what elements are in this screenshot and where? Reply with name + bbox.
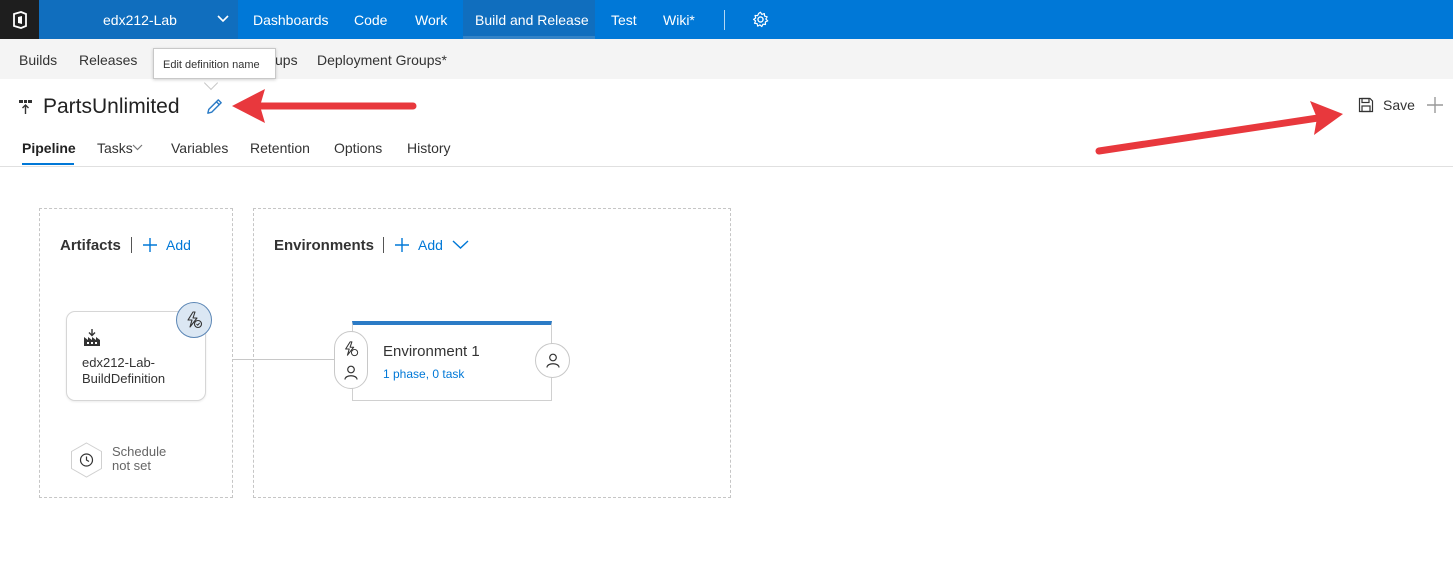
add-environment-link[interactable]: Add [418,237,443,253]
definition-title: PartsUnlimited [43,95,180,118]
vsts-logo-icon[interactable] [0,0,39,39]
nav-work[interactable]: Work [415,12,447,28]
person-icon [545,353,560,368]
tab-history[interactable]: History [407,140,451,156]
active-tab-underline [22,163,74,165]
gear-icon[interactable] [752,11,769,28]
tab-variables[interactable]: Variables [171,140,228,156]
nav-dashboards[interactable]: Dashboards [253,12,329,28]
environment-card[interactable] [352,321,552,401]
chevron-down-icon[interactable] [452,239,469,250]
person-icon [344,365,358,380]
release-definition-icon [19,100,32,114]
pencil-icon[interactable] [205,97,224,116]
tab-options[interactable]: Options [334,140,382,156]
save-label: Save [1383,97,1415,113]
chevron-down-icon [217,15,229,23]
schedule-trigger-icon[interactable] [70,442,103,478]
top-navigation-bar: edx212-Lab Dashboards Code Work Build an… [0,0,1453,39]
subnav-task-groups-partial[interactable]: ups [275,52,298,68]
floppy-disk-icon [1358,97,1374,113]
environments-title: Environments [274,237,375,254]
post-deployment-approvals[interactable] [535,343,570,378]
chevron-down-icon [132,144,143,151]
lightning-trigger-icon [345,341,359,357]
add-icon[interactable] [142,237,158,253]
plus-icon[interactable] [1426,96,1444,114]
tab-tasks[interactable]: Tasks [97,140,133,156]
artifacts-title-divider [131,237,132,253]
edit-name-tooltip: Edit definition name [153,48,276,79]
continuous-deployment-trigger-button[interactable] [176,302,212,338]
tab-retention[interactable]: Retention [250,140,310,156]
subnav-releases[interactable]: Releases [79,52,137,68]
add-icon[interactable] [394,237,410,253]
schedule-status: Schedule not set [112,444,167,473]
build-artifact-icon [84,329,100,346]
tabs-divider [0,166,1453,167]
nav-test[interactable]: Test [611,12,637,28]
subnav-builds[interactable]: Builds [19,52,57,68]
annotation-arrow-edit-name [232,89,417,123]
project-name: edx212-Lab [103,12,177,28]
nav-wiki[interactable]: Wiki* [663,12,695,28]
nav-build-and-release[interactable]: Build and Release [475,12,589,28]
save-button[interactable]: Save [1358,94,1415,116]
environment-phase-link[interactable]: 1 phase, 0 task [383,367,464,381]
subnav-deployment-groups[interactable]: Deployment Groups* [317,52,447,68]
nav-code[interactable]: Code [354,12,387,28]
pre-deployment-conditions[interactable] [334,331,368,389]
artifacts-title: Artifacts [60,237,121,254]
environment-name[interactable]: Environment 1 [383,343,480,360]
annotation-arrow-save [1095,101,1343,155]
lightning-trigger-icon [187,311,203,329]
artifact-name: edx212-Lab- BuildDefinition [82,355,166,386]
nav-separator [724,10,725,30]
environments-title-divider [383,237,384,253]
add-artifact-link[interactable]: Add [166,237,191,253]
tab-pipeline[interactable]: Pipeline [22,140,76,156]
project-selector[interactable]: edx212-Lab [39,0,238,39]
